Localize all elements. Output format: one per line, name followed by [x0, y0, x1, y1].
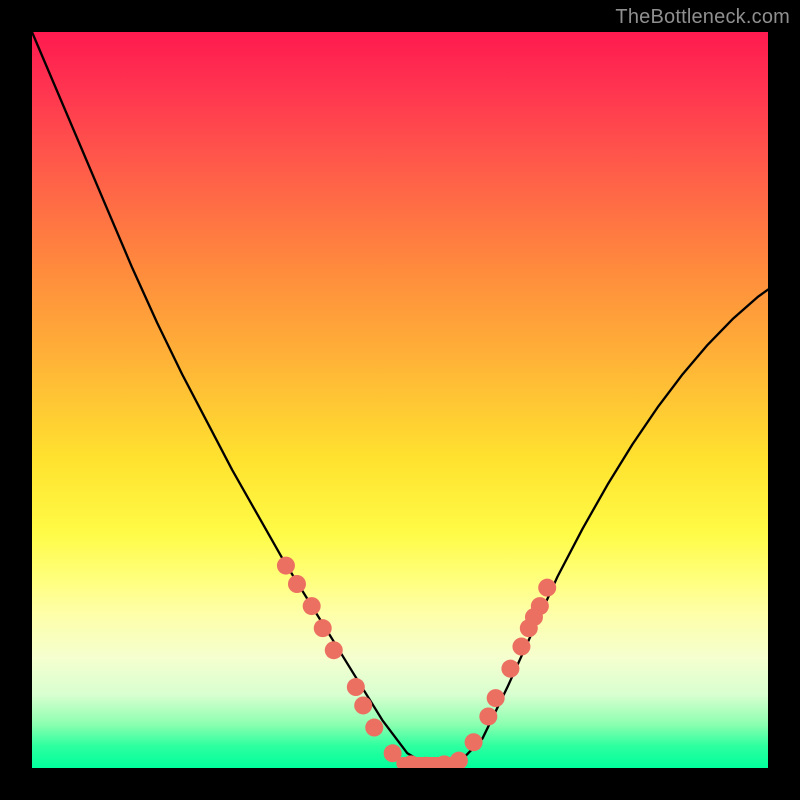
marker-dot [450, 752, 468, 768]
marker-dot [303, 597, 321, 615]
marker-dot [465, 733, 483, 751]
attribution-label: TheBottleneck.com [615, 6, 790, 29]
marker-dot [501, 660, 519, 678]
marker-dot [531, 597, 549, 615]
plot-area [32, 32, 768, 768]
chart-svg [32, 32, 768, 768]
marker-dot [277, 557, 295, 575]
curve-v-curve [32, 32, 768, 768]
marker-dot [354, 696, 372, 714]
marker-dot [479, 707, 497, 725]
marker-dot [487, 689, 505, 707]
marker-dot [512, 638, 530, 656]
chart-frame: TheBottleneck.com [0, 0, 800, 800]
marker-dot [314, 619, 332, 637]
marker-dot [538, 579, 556, 597]
marker-dot [288, 575, 306, 593]
marker-dot [384, 744, 402, 762]
marker-dot [365, 719, 383, 737]
marker-dot [325, 641, 343, 659]
marker-dot [347, 678, 365, 696]
